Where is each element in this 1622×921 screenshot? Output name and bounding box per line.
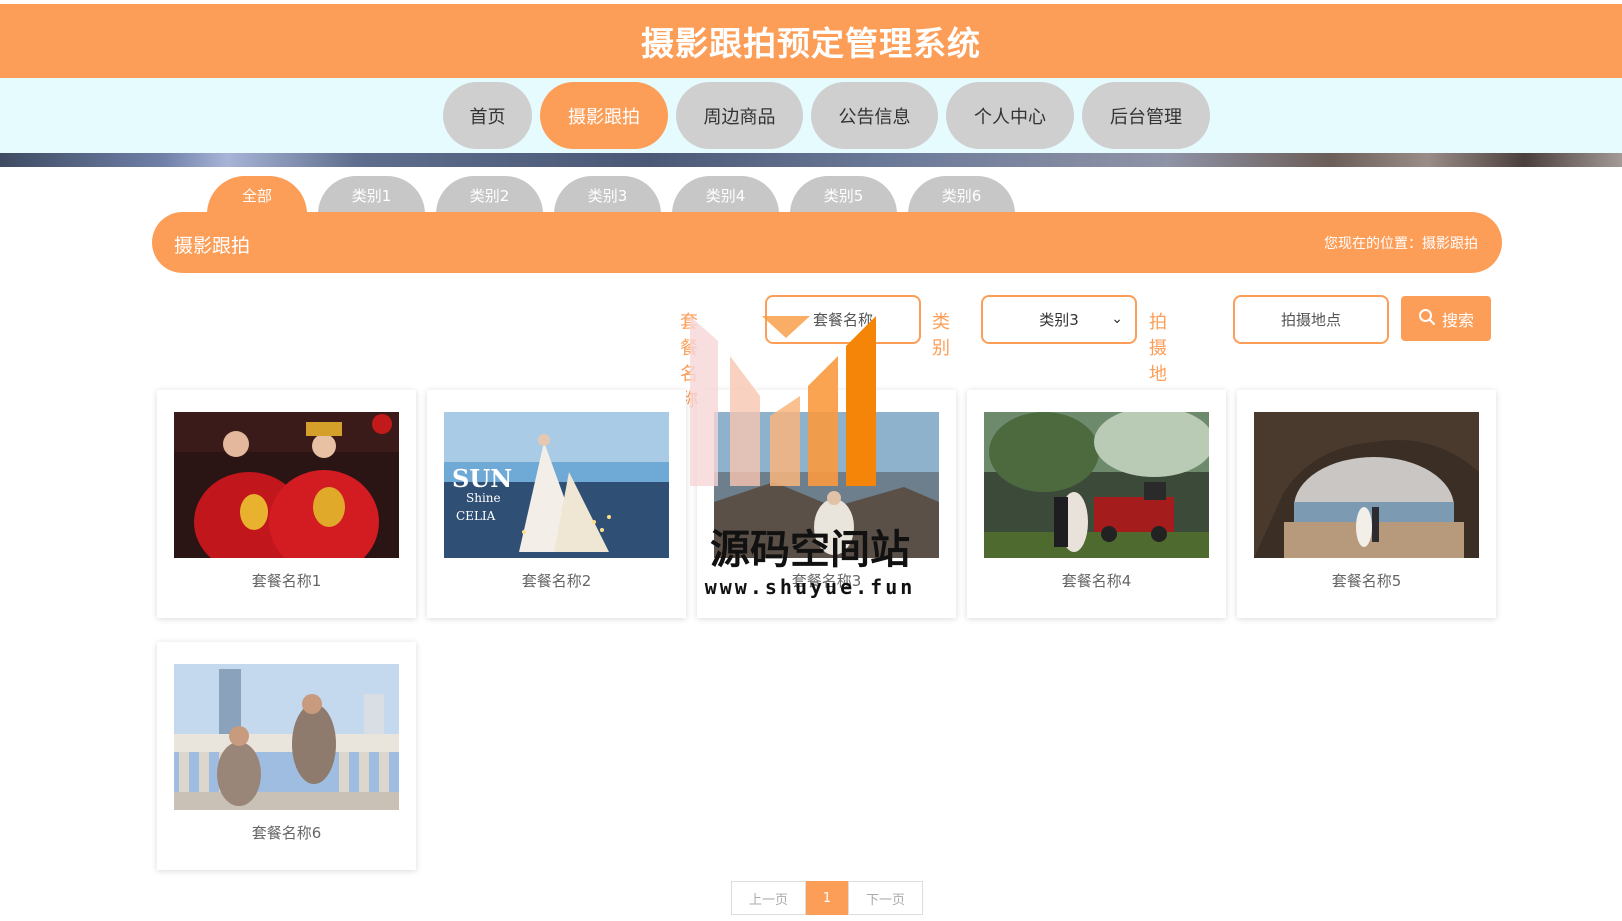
tab-label: 类别4 bbox=[705, 187, 746, 205]
header-bar: 摄影跟拍预定管理系统 bbox=[0, 4, 1622, 78]
next-page-label: 下一页 bbox=[865, 892, 905, 908]
breadcrumb: 您现在的位置： 摄影跟拍 bbox=[1324, 233, 1478, 253]
search-button-label: 搜索 bbox=[1441, 310, 1474, 330]
package-name: 套餐名称4 bbox=[1061, 572, 1132, 590]
nav-label: 后台管理 bbox=[1110, 106, 1182, 128]
prev-page-button[interactable]: 上一页 bbox=[731, 881, 806, 915]
package-card[interactable]: 套餐名称3 bbox=[697, 390, 956, 618]
tab-category-3[interactable]: 类别3 bbox=[554, 176, 661, 214]
svg-text:SUN: SUN bbox=[452, 464, 512, 493]
nav-products[interactable]: 周边商品 bbox=[676, 82, 803, 149]
nav-label: 周边商品 bbox=[703, 106, 776, 128]
tab-category-6[interactable]: 类别6 bbox=[908, 176, 1015, 214]
package-name: 套餐名称1 bbox=[251, 572, 322, 590]
category-tabs: 全部 类别1 类别2 类别3 类别4 类别5 类别6 bbox=[207, 176, 1015, 214]
svg-text:Shine: Shine bbox=[466, 491, 501, 505]
nav-label: 摄影跟拍 bbox=[568, 106, 640, 128]
category-select-value: 类别3 bbox=[1039, 311, 1079, 329]
package-photo[interactable] bbox=[714, 412, 939, 558]
category-label: 类别 bbox=[932, 312, 950, 359]
package-card[interactable]: 套餐名称6 bbox=[157, 642, 416, 870]
category-select[interactable]: 类别3 ⌄ bbox=[981, 295, 1137, 344]
tab-label: 类别1 bbox=[351, 187, 392, 205]
tab-label: 类别6 bbox=[941, 187, 982, 205]
page-number-button[interactable]: 1 bbox=[806, 881, 848, 915]
package-photo[interactable] bbox=[1254, 412, 1479, 558]
section-title: 摄影跟拍 bbox=[174, 235, 251, 257]
package-card[interactable]: SUN Shine CELIA 套餐名称2 bbox=[427, 390, 686, 618]
nav-label: 首页 bbox=[469, 106, 506, 128]
next-page-button[interactable]: 下一页 bbox=[848, 881, 923, 915]
nav-photography[interactable]: 摄影跟拍 bbox=[540, 82, 668, 149]
package-photo[interactable] bbox=[984, 412, 1209, 558]
location-input[interactable] bbox=[1233, 295, 1389, 344]
tab-label: 类别2 bbox=[469, 187, 510, 205]
package-name: 套餐名称5 bbox=[1331, 572, 1402, 590]
breadcrumb-prefix: 您现在的位置： bbox=[1324, 236, 1422, 252]
tab-category-4[interactable]: 类别4 bbox=[672, 176, 779, 214]
tab-label: 类别3 bbox=[587, 187, 628, 205]
banner-strip bbox=[0, 153, 1622, 167]
tab-label: 类别5 bbox=[823, 187, 864, 205]
package-card[interactable]: 套餐名称5 bbox=[1237, 390, 1496, 618]
tab-category-5[interactable]: 类别5 bbox=[790, 176, 897, 214]
package-name: 套餐名称6 bbox=[251, 824, 322, 842]
couple-train-image bbox=[984, 412, 1209, 558]
nav-label: 个人中心 bbox=[974, 106, 1046, 128]
couple-coast-image bbox=[714, 412, 939, 558]
package-card[interactable]: 套餐名称1 bbox=[157, 390, 416, 618]
prev-page-label: 上一页 bbox=[748, 892, 788, 908]
men-suits-image bbox=[174, 664, 399, 810]
pagination: 上一页 1 下一页 bbox=[731, 881, 923, 915]
package-photo[interactable] bbox=[174, 412, 399, 558]
nav-announcements[interactable]: 公告信息 bbox=[811, 82, 938, 149]
search-button[interactable]: 搜索 bbox=[1401, 296, 1491, 341]
package-name: 套餐名称2 bbox=[521, 572, 592, 590]
tab-all[interactable]: 全部 bbox=[207, 176, 307, 214]
svg-text:CELIA: CELIA bbox=[456, 509, 496, 523]
chevron-down-icon: ⌄ bbox=[1111, 311, 1123, 327]
package-photo[interactable]: SUN Shine CELIA bbox=[444, 412, 669, 558]
breadcrumb-current[interactable]: 摄影跟拍 bbox=[1422, 233, 1478, 253]
main-nav: 首页 摄影跟拍 周边商品 公告信息 个人中心 后台管理 bbox=[443, 82, 1210, 149]
wedding-tent-image: SUN Shine CELIA bbox=[444, 412, 669, 558]
nav-label: 公告信息 bbox=[838, 106, 911, 128]
nav-admin[interactable]: 后台管理 bbox=[1082, 82, 1210, 149]
package-name: 套餐名称3 bbox=[791, 572, 862, 590]
page-number-label: 1 bbox=[822, 890, 832, 906]
app-title: 摄影跟拍预定管理系统 bbox=[641, 24, 981, 63]
package-photo[interactable] bbox=[174, 664, 399, 810]
wedding-couple-image bbox=[174, 412, 399, 558]
search-icon bbox=[1418, 308, 1436, 330]
tab-label: 全部 bbox=[241, 187, 272, 205]
nav-personal-center[interactable]: 个人中心 bbox=[946, 82, 1074, 149]
tab-category-2[interactable]: 类别2 bbox=[436, 176, 543, 214]
couple-cave-image bbox=[1254, 412, 1479, 558]
nav-home[interactable]: 首页 bbox=[443, 82, 532, 149]
tab-category-1[interactable]: 类别1 bbox=[318, 176, 425, 214]
section-header: 摄影跟拍 您现在的位置： 摄影跟拍 bbox=[152, 212, 1502, 273]
package-card[interactable]: 套餐名称4 bbox=[967, 390, 1226, 618]
package-name-input[interactable] bbox=[765, 295, 921, 344]
